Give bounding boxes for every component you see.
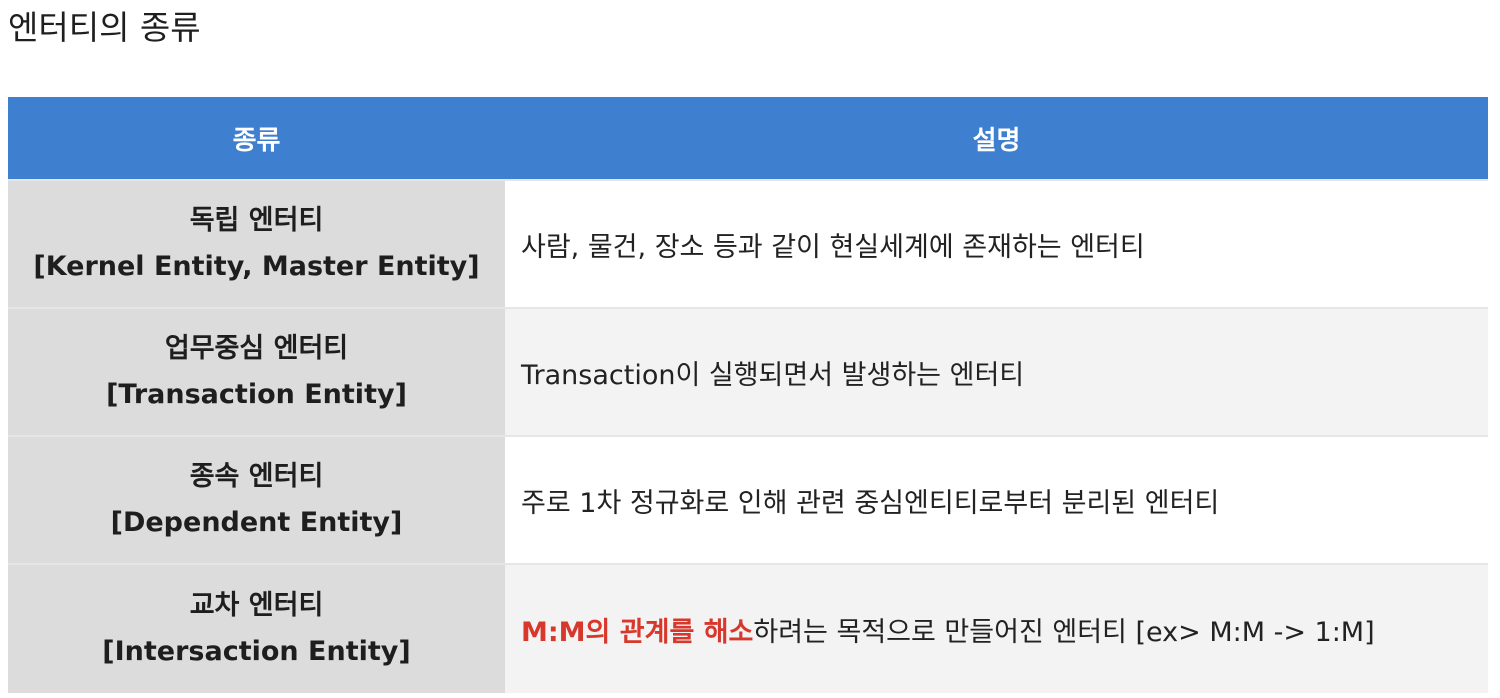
table-row: 종속 엔터티 [Dependent Entity] 주로 1차 정규화로 인해 … (8, 435, 1488, 564)
entity-kind-korean: 교차 엔터티 (189, 590, 324, 621)
table-row: 교차 엔터티 [Intersaction Entity] M:M의 관계를 해소… (8, 563, 1488, 693)
entity-types-table: 종류 설명 독립 엔터티 [Kernel Entity, Master Enti… (8, 97, 1488, 693)
entity-kind-korean: 종속 엔터티 (189, 461, 324, 492)
column-header-description: 설명 (505, 97, 1488, 180)
entity-kind-korean: 독립 엔터티 (189, 205, 324, 236)
entity-description-cell: Transaction이 실행되면서 발생하는 엔터티 (505, 307, 1488, 436)
entity-kind-english: [Dependent Entity] (110, 507, 403, 538)
column-header-kind: 종류 (8, 97, 505, 180)
entity-kind-cell: 독립 엔터티 [Kernel Entity, Master Entity] (8, 179, 505, 308)
description-rest: 하려는 목적으로 만들어진 엔터티 [ex> M:M -> 1:M] (753, 616, 1375, 648)
entity-kind-cell: 종속 엔터티 [Dependent Entity] (8, 435, 505, 564)
entity-description-cell: 사람, 물건, 장소 등과 같이 현실세계에 존재하는 엔터티 (505, 179, 1488, 308)
table-header-row: 종류 설명 (8, 97, 1488, 180)
description-emphasis: M:M의 관계를 해소 (521, 616, 754, 648)
entity-kind-cell: 업무중심 엔터티 [Transaction Entity] (8, 307, 505, 436)
entity-kind-cell: 교차 엔터티 [Intersaction Entity] (8, 563, 505, 693)
page-title: 엔터티의 종류 (8, 8, 201, 47)
table-row: 독립 엔터티 [Kernel Entity, Master Entity] 사람… (8, 179, 1488, 308)
entity-description-cell: M:M의 관계를 해소하려는 목적으로 만들어진 엔터티 [ex> M:M ->… (505, 563, 1488, 693)
table-row: 업무중심 엔터티 [Transaction Entity] Transactio… (8, 307, 1488, 436)
entity-kind-korean: 업무중심 엔터티 (164, 333, 349, 364)
entity-kind-english: [Intersaction Entity] (102, 636, 411, 667)
entity-kind-english: [Kernel Entity, Master Entity] (33, 251, 480, 282)
entity-kind-english: [Transaction Entity] (106, 379, 407, 410)
entity-description-cell: 주로 1차 정규화로 인해 관련 중심엔티티로부터 분리된 엔터티 (505, 435, 1488, 564)
